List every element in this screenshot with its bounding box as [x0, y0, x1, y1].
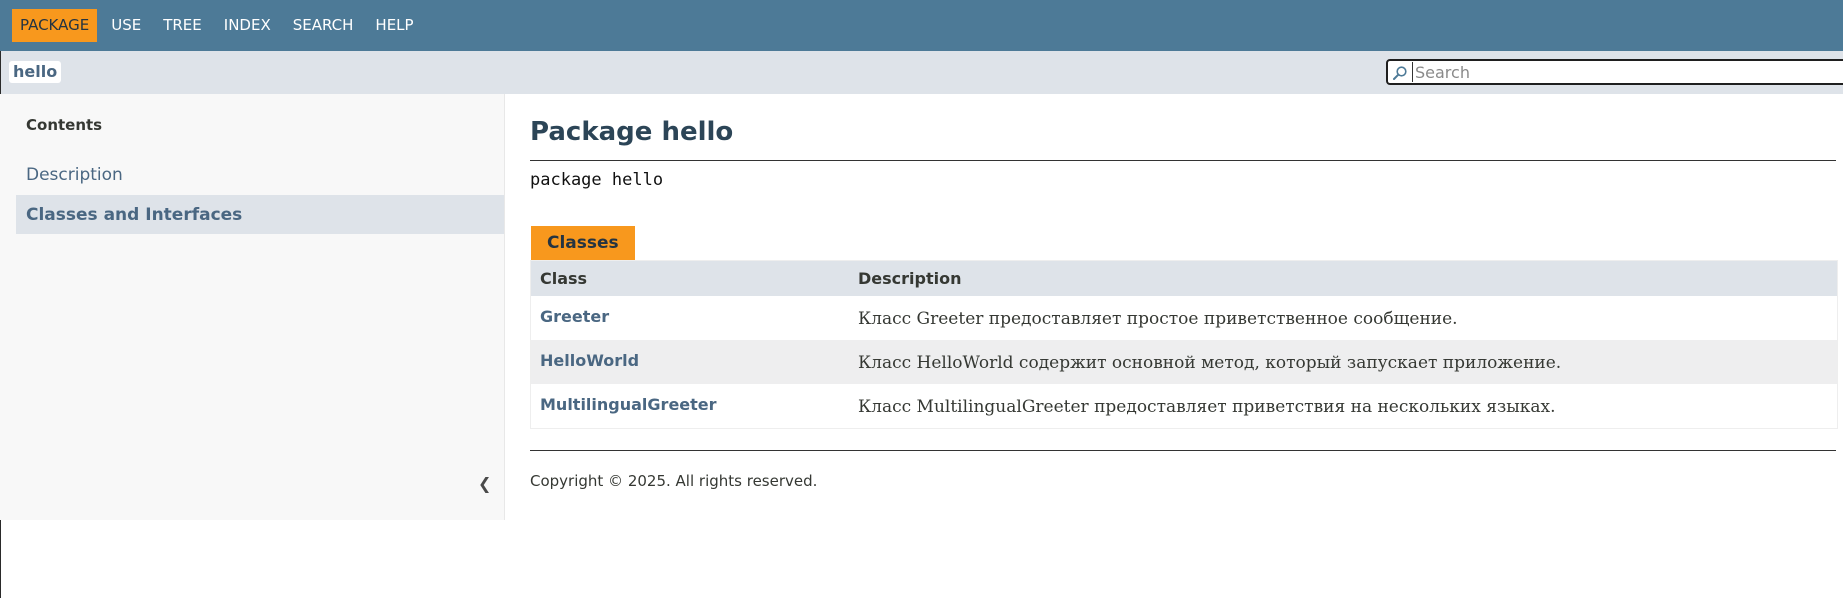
- class-description: Класс Greeter предоставляет простое прив…: [858, 309, 1458, 329]
- nav-item-index[interactable]: INDEX: [216, 9, 279, 42]
- title-divider: [530, 160, 1836, 161]
- search-input[interactable]: [1412, 62, 1835, 82]
- nav-item-use[interactable]: USE: [103, 9, 149, 42]
- class-description: Класс MultilingualGreeter предоставляет …: [858, 397, 1556, 417]
- search-box[interactable]: [1386, 59, 1843, 85]
- toc-title: Contents: [26, 116, 103, 134]
- table-row: MultilingualGreeter Класс MultilingualGr…: [531, 384, 1837, 428]
- copyright-text: Copyright © 2025. All rights reserved.: [530, 472, 818, 490]
- collapse-sidebar-icon[interactable]: ❮: [478, 474, 491, 493]
- classes-summary-table: Class Description Greeter Класс Greeter …: [530, 260, 1838, 429]
- tab-classes[interactable]: Classes: [531, 226, 635, 260]
- table-header-row: Class Description: [531, 261, 1837, 296]
- top-navbar: PACKAGE USE TREE INDEX SEARCH HELP: [0, 0, 1843, 51]
- column-header-description: Description: [858, 269, 962, 288]
- nav-item-search[interactable]: SEARCH: [285, 9, 362, 42]
- class-link-multilingualgreeter[interactable]: MultilingualGreeter: [540, 395, 858, 414]
- class-description: Класс HelloWorld содержит основной метод…: [858, 353, 1562, 373]
- sub-navbar: hello: [0, 51, 1843, 94]
- toc-item-classes-and-interfaces[interactable]: Classes and Interfaces: [16, 195, 504, 234]
- class-link-greeter[interactable]: Greeter: [540, 307, 858, 326]
- page-title: Package hello: [530, 117, 734, 147]
- table-row: Greeter Класс Greeter предоставляет прос…: [531, 296, 1837, 340]
- nav-item-help[interactable]: HELP: [367, 9, 421, 42]
- nav-list: PACKAGE USE TREE INDEX SEARCH HELP: [0, 0, 428, 51]
- package-label: hello: [9, 61, 62, 83]
- class-link-helloworld[interactable]: HelloWorld: [540, 351, 858, 370]
- sidebar-toc: Contents Description Classes and Interfa…: [0, 94, 505, 520]
- package-signature: package hello: [530, 170, 664, 190]
- toc-item-description[interactable]: Description: [16, 155, 504, 194]
- column-header-class: Class: [540, 269, 588, 288]
- search-icon: [1393, 66, 1407, 80]
- table-row: HelloWorld Класс HelloWorld содержит осн…: [531, 340, 1837, 384]
- nav-item-tree[interactable]: TREE: [155, 9, 210, 42]
- nav-item-package[interactable]: PACKAGE: [12, 9, 98, 42]
- footer-divider: [530, 450, 1836, 451]
